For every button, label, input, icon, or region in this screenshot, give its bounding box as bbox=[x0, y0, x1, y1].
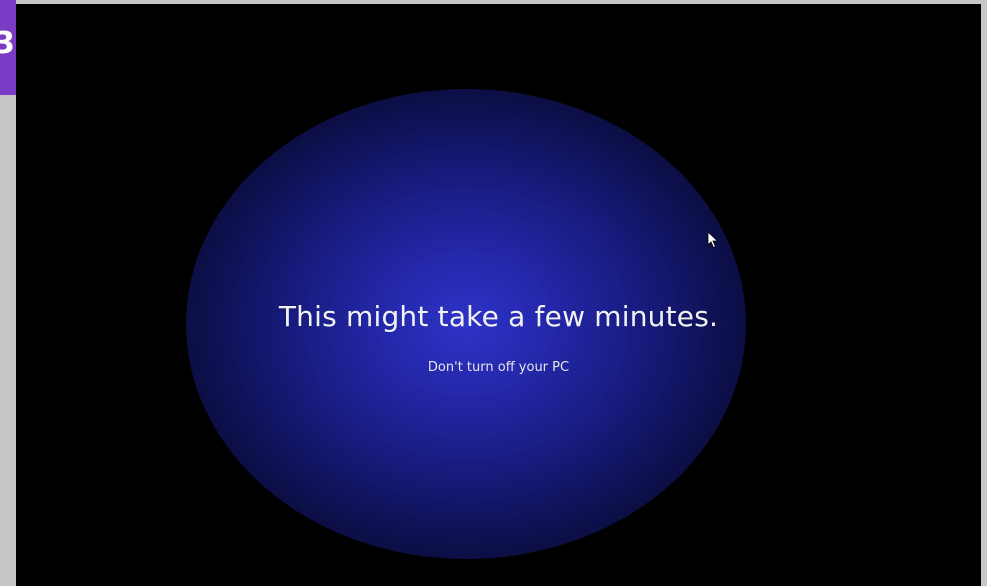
update-screen: This might take a few minutes. Don't tur… bbox=[16, 4, 981, 586]
update-subline: Don't turn off your PC bbox=[427, 360, 570, 375]
mouse-pointer-icon bbox=[707, 231, 719, 249]
window-frame: 3 This might take a few minutes. Don't t… bbox=[0, 0, 987, 586]
side-tab-label: 3 bbox=[0, 26, 15, 61]
update-headline: This might take a few minutes. bbox=[278, 300, 719, 333]
side-tab: 3 bbox=[0, 0, 16, 95]
